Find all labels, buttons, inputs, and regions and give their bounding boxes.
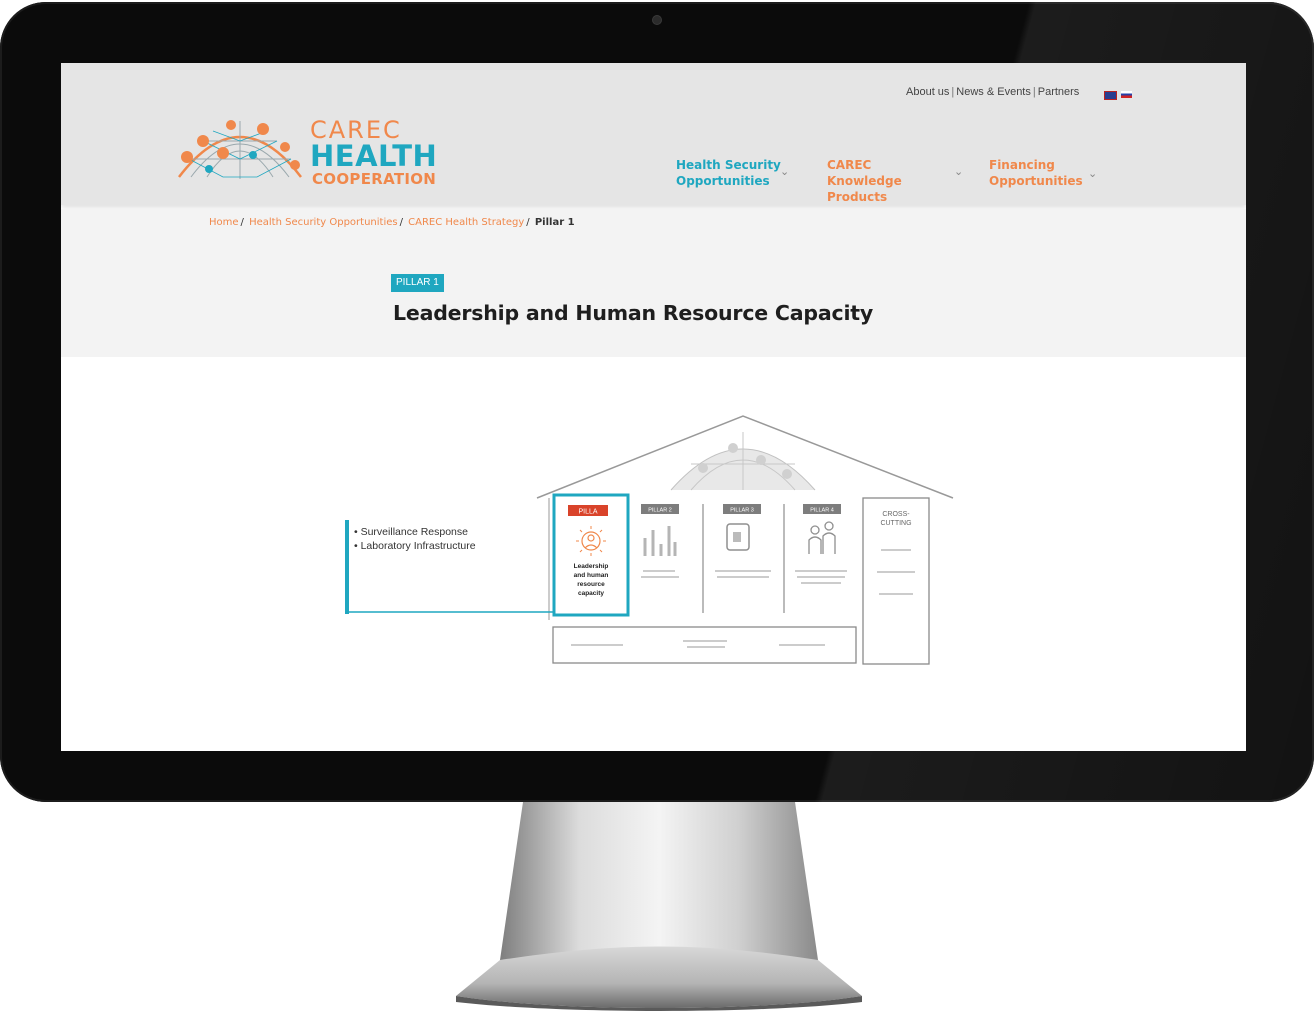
pillar-1-tag: PILLA [578,509,597,516]
nav-health-security-label: Health Security Opportunities [676,158,781,188]
russian-flag-icon[interactable] [1121,91,1132,98]
pillar-1-title-line: capacity [578,590,604,597]
camera-dot [653,16,661,24]
list-item: • Surveillance Response [354,526,468,538]
top-links: About us | News & Events | Partners [906,86,1079,98]
nav-financing-opportunities-label: Financing Opportunities [989,158,1083,188]
pillar-1-title-line: Leadership [574,563,609,570]
nav-health-security[interactable]: Health Security Opportunities ⌄ [676,157,789,189]
logo-health-text[interactable]: HEALTH [310,139,437,173]
link-separator: | [951,86,955,98]
pillar-4-tag: PILLAR 4 [810,508,834,514]
dome-graphic-icon [670,432,816,491]
breadcrumb-separator: / [526,217,530,228]
pillar-1-title-line: resource [577,581,605,588]
nav-knowledge-products[interactable]: CAREC Knowledge Products ⌄ [827,157,963,205]
pillar-3-tag: PILLAR 3 [730,508,754,514]
people-icon [808,521,836,554]
chevron-down-icon[interactable]: ⌄ [780,164,789,180]
focus-area-list: • Surveillance Response • Laboratory Inf… [354,525,476,553]
globe-logo-icon[interactable] [173,107,307,183]
cross-cutting-label: CUTTING [880,520,911,527]
breadcrumb-strategy-link[interactable]: CAREC Health Strategy [408,217,524,228]
breadcrumb-home-link[interactable]: Home [209,217,239,228]
surveillance-response-item: Surveillance Response [360,526,468,538]
pillar-2-tag: PILLAR 2 [648,508,672,514]
laboratory-infrastructure-item: Laboratory Infrastructure [360,540,476,552]
breadcrumb-health-security-link[interactable]: Health Security Opportunities [249,217,398,228]
cross-cutting-label: CROSS- [882,511,910,518]
link-separator: | [1032,86,1036,98]
browser-screen: About us | News & Events | Partners CAREC HE… [61,63,1246,751]
nav-financing-opportunities[interactable]: Financing Opportunities ⌄ [989,157,1099,189]
about-us-link[interactable]: About us [906,86,949,98]
breadcrumb-separator: / [399,217,403,228]
breadcrumb-current: Pillar 1 [534,217,575,228]
breadcrumb: Home / Health Security Opportunities / CAR… [209,217,575,228]
english-flag-icon[interactable] [1104,91,1117,100]
site-header: About us | News & Events | Partners CAREC HE… [61,63,1246,205]
partners-link[interactable]: Partners [1038,86,1080,98]
chart-bars-icon [643,526,677,556]
chevron-down-icon[interactable]: ⌄ [1088,166,1097,182]
list-item: • Laboratory Infrastructure [354,540,476,552]
bullet-accent-bar [345,520,349,614]
breadcrumb-separator: / [240,217,244,228]
logo-cooperation-text[interactable]: COOPERATION [312,170,436,188]
page-hero: Home / Health Security Opportunities / CAR… [61,209,1246,357]
news-events-link[interactable]: News & Events [956,86,1031,98]
pillar-1-title-line: and human [574,572,609,579]
pillar-badge: PILLAR 1 [391,274,444,292]
chevron-down-icon[interactable]: ⌄ [954,164,963,180]
nav-knowledge-products-label: CAREC Knowledge Products [827,158,902,204]
page-title: Leadership and Human Resource Capacity [393,301,874,325]
